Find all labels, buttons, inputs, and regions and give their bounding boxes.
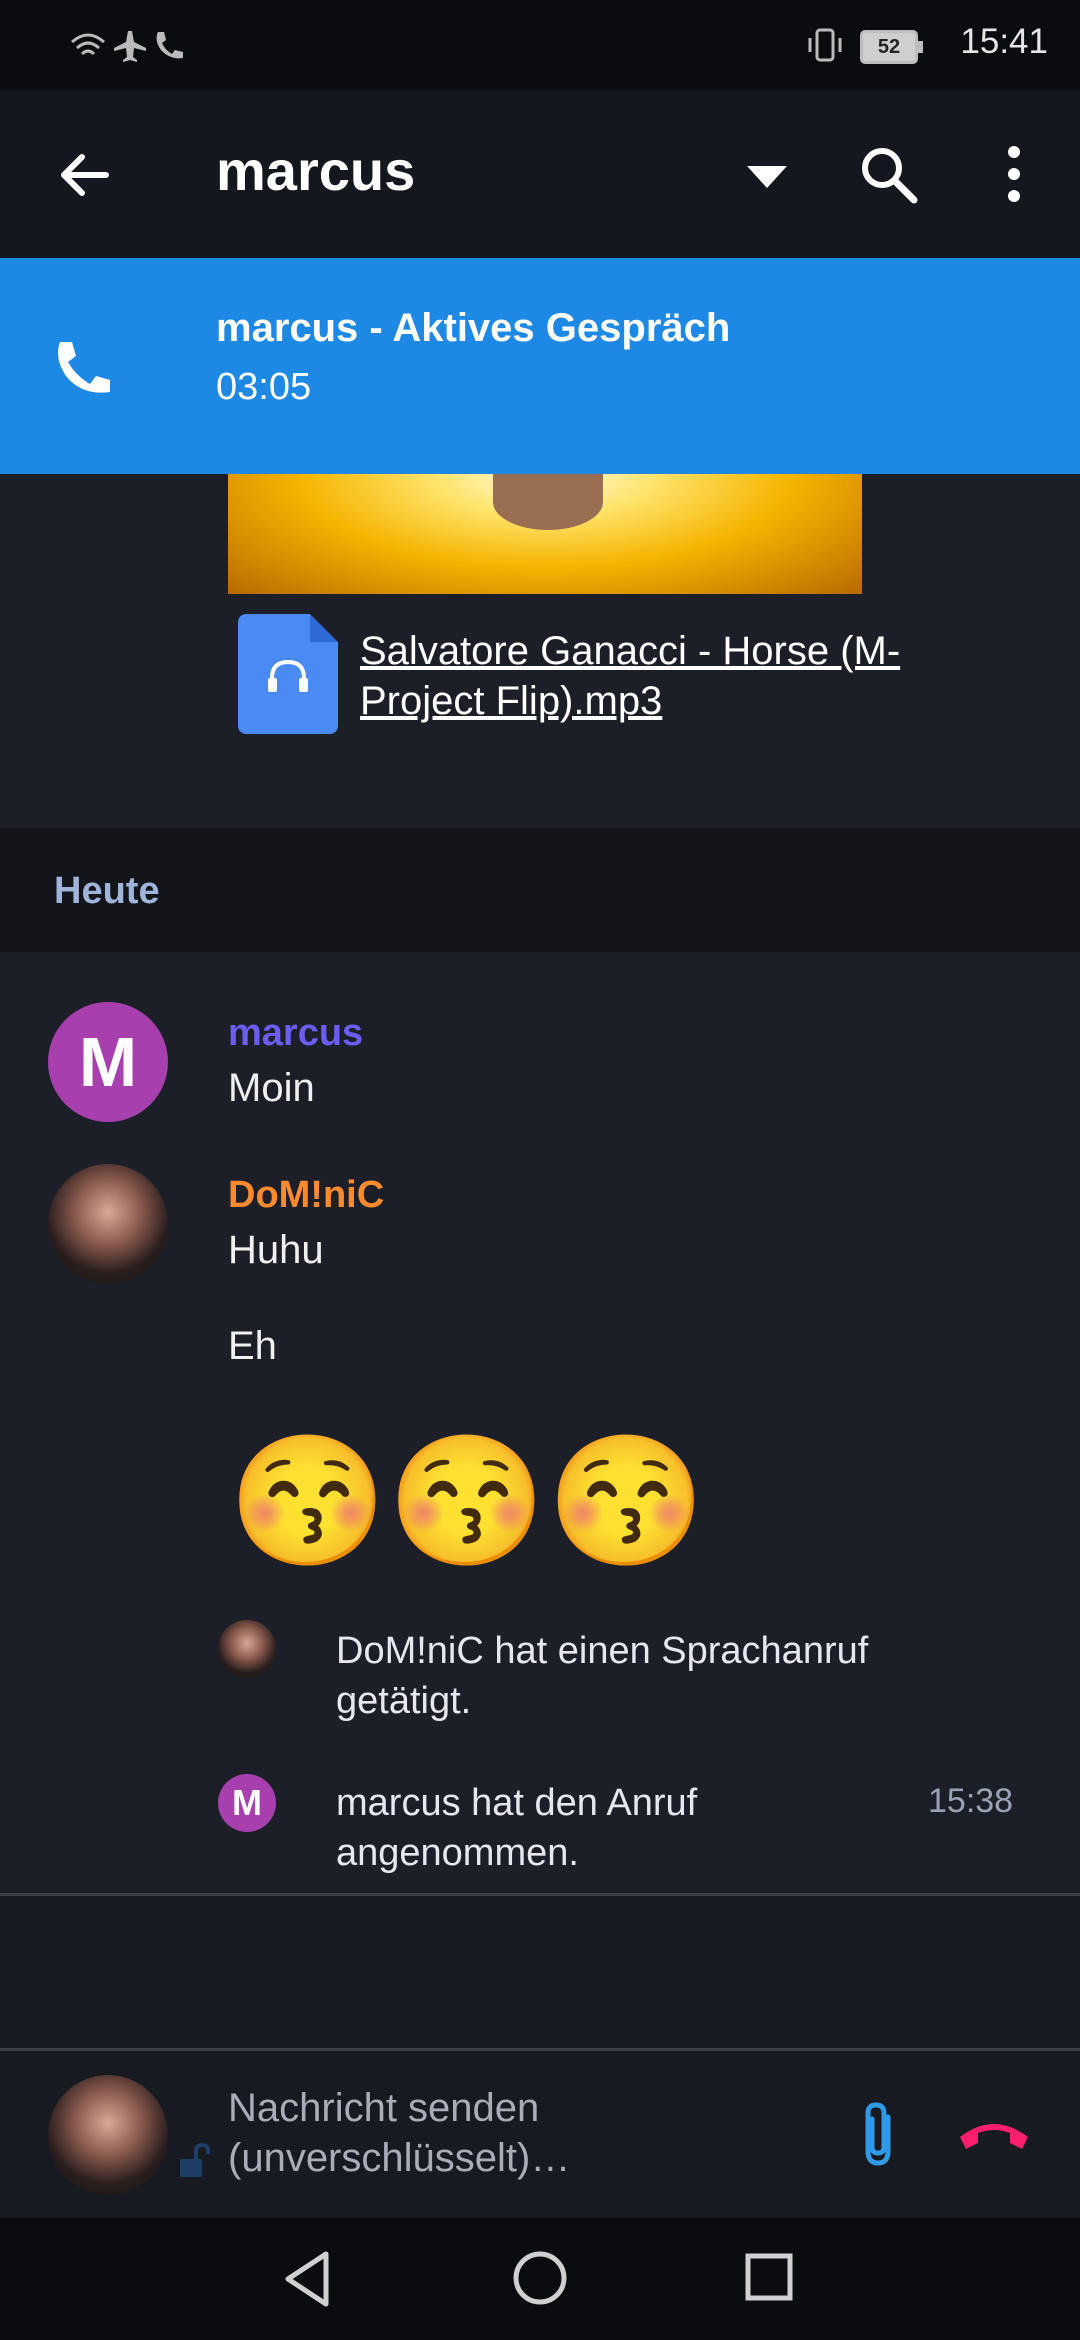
avatar[interactable] bbox=[48, 1164, 168, 1284]
own-avatar[interactable] bbox=[48, 2075, 168, 2195]
airplane-icon bbox=[114, 31, 146, 62]
call-event-text: marcus hat den Anruf angenommen. bbox=[336, 1782, 698, 1874]
message-composer: Nachricht senden (unverschlüsselt)… bbox=[0, 2051, 1080, 2218]
back-arrow-icon[interactable] bbox=[54, 145, 114, 205]
recents-nav-icon[interactable] bbox=[742, 2250, 798, 2306]
call-event-text: DoM!niC hat einen Sprachanruf getätigt. bbox=[336, 1630, 869, 1722]
toolbar: marcus bbox=[0, 90, 1080, 258]
avatar: M bbox=[218, 1774, 276, 1832]
phone-icon bbox=[58, 342, 110, 393]
battery-indicator: 52 bbox=[860, 30, 923, 64]
phone-icon bbox=[156, 32, 183, 59]
avatar bbox=[218, 1620, 276, 1678]
active-call-banner[interactable]: marcus - Aktives Gespräch 03:05 bbox=[0, 258, 1080, 474]
audio-file-icon[interactable] bbox=[238, 614, 338, 734]
image-attachment[interactable] bbox=[228, 474, 862, 594]
status-bar: 52 15:41 bbox=[0, 0, 1080, 90]
wifi-icon bbox=[71, 33, 105, 56]
message-text: Eh bbox=[228, 1324, 277, 1368]
sender-name[interactable]: DoM!niC bbox=[228, 1174, 384, 1217]
home-nav-icon[interactable] bbox=[510, 2248, 570, 2308]
call-title: marcus - Aktives Gespräch bbox=[216, 306, 731, 350]
headphones-icon bbox=[268, 659, 308, 692]
message-text: Huhu bbox=[228, 1228, 324, 1272]
clock: 15:41 bbox=[960, 22, 1048, 61]
message-input[interactable]: Nachricht senden (unverschlüsselt)… bbox=[228, 2083, 808, 2183]
end-call-icon[interactable] bbox=[956, 2111, 1032, 2161]
unlock-icon[interactable] bbox=[176, 2143, 212, 2179]
date-separator: Heute bbox=[0, 828, 1080, 952]
date-label: Heute bbox=[54, 870, 160, 912]
dropdown-icon[interactable] bbox=[745, 162, 789, 192]
attachment-message: Salvatore Ganacci - Horse (M-Project Fli… bbox=[0, 474, 1080, 828]
search-icon[interactable] bbox=[856, 142, 920, 206]
more-vert-icon[interactable] bbox=[998, 142, 1030, 206]
message-timestamp: 15:38 bbox=[928, 1782, 1014, 1820]
image-content bbox=[493, 474, 603, 530]
message-list: M marcus Moin DoM!niC Huhu Eh 😚😚😚 DoM!ni… bbox=[0, 952, 1080, 1894]
avatar[interactable]: M bbox=[48, 1002, 168, 1122]
empty-space bbox=[0, 1896, 1080, 2048]
file-link[interactable]: Salvatore Ganacci - Horse (M-Project Fli… bbox=[360, 626, 920, 726]
call-duration: 03:05 bbox=[216, 366, 312, 408]
navigation-bar bbox=[0, 2218, 1080, 2340]
attach-icon[interactable] bbox=[858, 2101, 902, 2171]
emoji-message: 😚😚😚 bbox=[228, 1430, 707, 1573]
status-icons bbox=[71, 31, 183, 62]
message-text: Moin bbox=[228, 1066, 315, 1110]
back-nav-icon[interactable] bbox=[280, 2248, 340, 2310]
chat-title[interactable]: marcus bbox=[216, 138, 415, 203]
vibrate-icon bbox=[808, 28, 842, 62]
sender-name[interactable]: marcus bbox=[228, 1012, 363, 1055]
